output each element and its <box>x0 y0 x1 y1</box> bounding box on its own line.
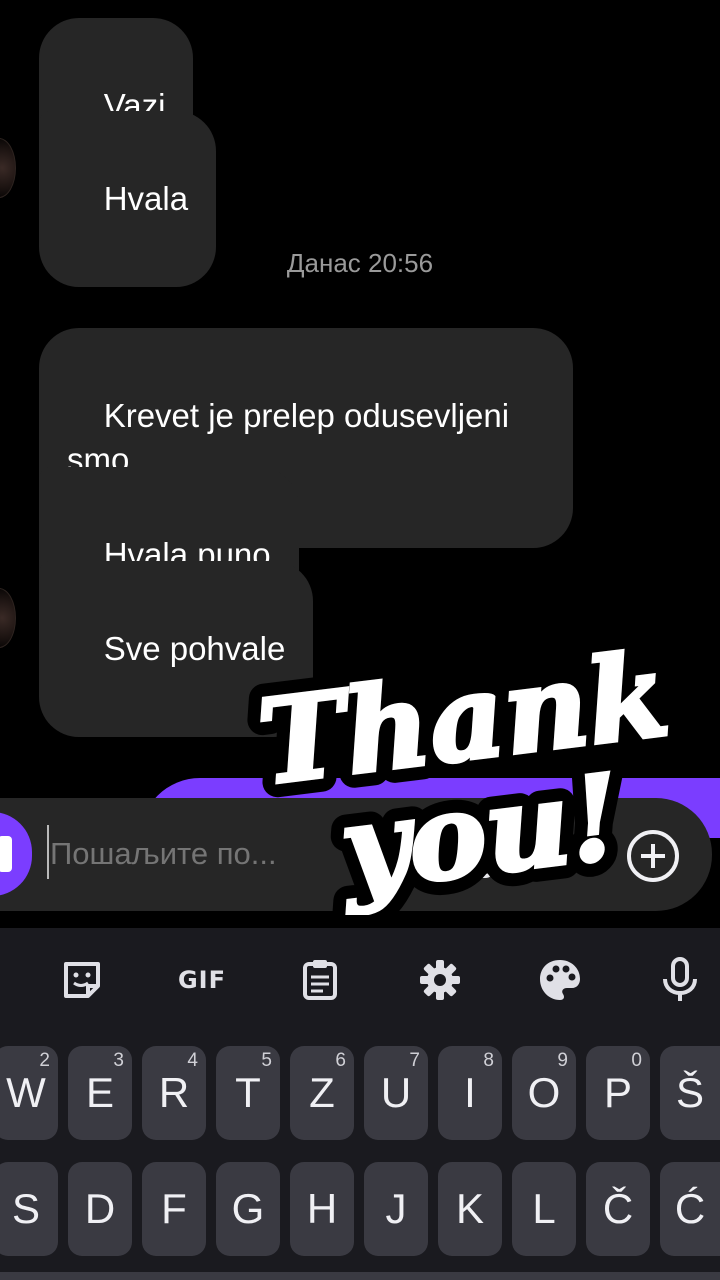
key-hint: 6 <box>335 1050 346 1071</box>
key-label: S <box>11 1185 40 1232</box>
key-p[interactable]: P0 <box>586 1046 650 1140</box>
keyboard-row-3 <box>0 1272 720 1280</box>
key-hint: 8 <box>483 1050 494 1071</box>
key-i[interactable]: I8 <box>438 1046 502 1140</box>
key-k[interactable]: K <box>438 1162 502 1256</box>
key-j[interactable]: J <box>364 1162 428 1256</box>
key-w[interactable]: W2 <box>0 1046 58 1140</box>
clipboard-icon[interactable] <box>292 952 348 1008</box>
key-hint: 2 <box>39 1050 50 1071</box>
key-o[interactable]: O9 <box>512 1046 576 1140</box>
key-u[interactable]: U7 <box>364 1046 428 1140</box>
key-label: K <box>455 1185 484 1232</box>
date-separator: Данас 20:56 <box>286 248 434 278</box>
key-hint: 4 <box>187 1050 198 1071</box>
text-cursor <box>47 825 49 879</box>
mic-icon[interactable] <box>652 952 708 1008</box>
key-label: F <box>161 1185 187 1232</box>
key-label: Ć <box>674 1185 706 1232</box>
message-text: Hvala <box>103 180 189 217</box>
key-label: T <box>235 1069 261 1116</box>
gif-label: GIF <box>177 966 227 994</box>
key-c-caron[interactable]: Č <box>586 1162 650 1256</box>
key-hint: 5 <box>261 1050 272 1071</box>
key-label: P <box>603 1069 632 1116</box>
avatar[interactable] <box>0 138 16 198</box>
key-label: I <box>464 1069 476 1116</box>
key-label: Z <box>309 1069 335 1116</box>
key-hint: 7 <box>409 1050 420 1071</box>
settings-icon[interactable] <box>412 952 468 1008</box>
thank-you-sticker[interactable]: Thank Thank you! you! <box>232 612 691 934</box>
key-label: O <box>527 1069 561 1116</box>
key-hint: 3 <box>113 1050 124 1071</box>
key-hint: 0 <box>631 1050 642 1071</box>
key-label: R <box>158 1069 190 1116</box>
key-label: H <box>306 1185 338 1232</box>
sticker-icon[interactable] <box>54 952 110 1008</box>
key-label: L <box>532 1185 556 1232</box>
key-s-caron[interactable]: Š <box>660 1046 720 1140</box>
key-c-acute[interactable]: Ć <box>660 1162 720 1256</box>
key-l[interactable]: L <box>512 1162 576 1256</box>
key-g[interactable]: G <box>216 1162 280 1256</box>
avatar[interactable] <box>0 588 16 648</box>
gif-icon[interactable]: GIF <box>172 952 232 1008</box>
key-d[interactable]: D <box>68 1162 132 1256</box>
key-t[interactable]: T5 <box>216 1046 280 1140</box>
chat-screen: Vazi Hvala Данас 20:56 Krevet je prelep … <box>0 0 720 1280</box>
message-text: Krevet je prelep odusevljeni smo <box>67 397 510 478</box>
key-label: G <box>231 1185 265 1232</box>
key-z[interactable]: Z6 <box>290 1046 354 1140</box>
key-hint: 9 <box>557 1050 568 1071</box>
key-label: U <box>380 1069 412 1116</box>
key-e[interactable]: E3 <box>68 1046 132 1140</box>
key-label: J <box>385 1185 407 1232</box>
key-f[interactable]: F <box>142 1162 206 1256</box>
key-label: D <box>84 1185 116 1232</box>
key-s[interactable]: S <box>0 1162 58 1256</box>
palette-icon[interactable] <box>532 952 588 1008</box>
camera-icon <box>0 836 12 872</box>
key-label: Č <box>602 1185 634 1232</box>
key-label: W <box>6 1069 46 1116</box>
key-label: E <box>85 1069 114 1116</box>
key-h[interactable]: H <box>290 1162 354 1256</box>
key-r[interactable]: R4 <box>142 1046 206 1140</box>
key-label: Š <box>675 1069 704 1116</box>
